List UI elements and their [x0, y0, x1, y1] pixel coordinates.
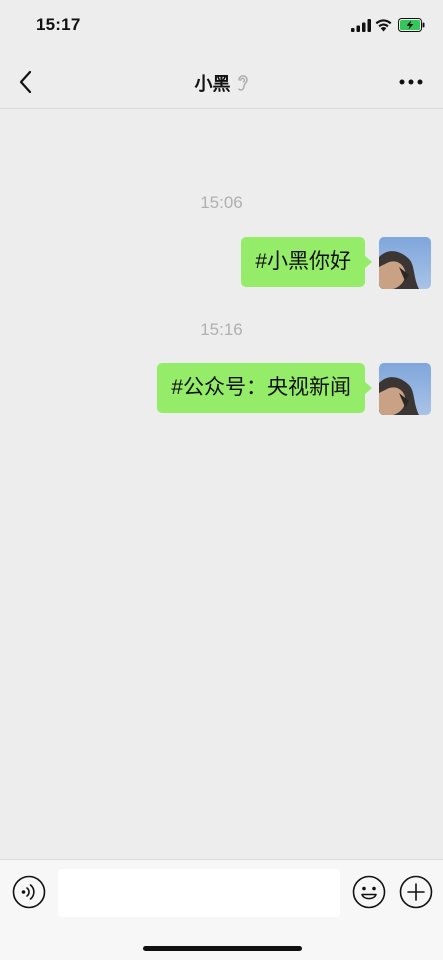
emoji-icon[interactable]	[352, 875, 386, 909]
message-bubble[interactable]: #小黑你好	[241, 237, 372, 287]
status-bar: 15:17	[0, 0, 443, 52]
avatar[interactable]	[379, 237, 431, 289]
message-row: #公众号：央视新闻	[157, 363, 431, 415]
message-bubble[interactable]: #公众号：央视新闻	[157, 363, 372, 413]
input-bar	[0, 859, 443, 960]
avatar[interactable]	[379, 363, 431, 415]
home-indicator	[143, 946, 302, 951]
message-timestamp: 15:06	[200, 193, 243, 212]
contact-name: 小黑	[194, 74, 231, 94]
wifi-icon	[375, 19, 392, 32]
ear-icon	[237, 75, 248, 91]
chat-screen: 15:17 小黑 15:06 #小黑你好 15:16 #公众号：央视新闻	[0, 0, 443, 960]
status-time: 15:17	[36, 15, 81, 34]
plus-icon[interactable]	[399, 875, 433, 909]
nav-bar: 小黑	[0, 52, 443, 109]
chat-title: 小黑	[0, 70, 443, 96]
voice-icon[interactable]	[12, 875, 46, 909]
message-row: #小黑你好	[241, 237, 431, 289]
message-timestamp: 15:16	[200, 320, 243, 339]
message-input[interactable]	[58, 869, 340, 917]
more-dots-icon[interactable]	[398, 74, 424, 90]
cellular-signal-icon	[351, 19, 371, 32]
battery-charging-icon	[398, 18, 425, 32]
